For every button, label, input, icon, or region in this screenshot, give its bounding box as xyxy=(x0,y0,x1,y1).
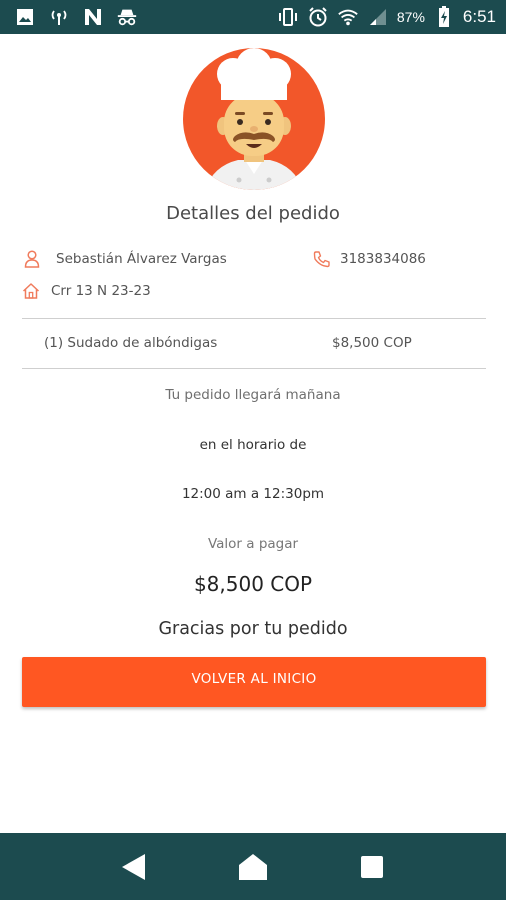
customer-name-row: Sebastián Álvarez Vargas xyxy=(23,250,227,268)
status-left-icons xyxy=(14,6,138,28)
customer-address: Crr 13 N 23-23 xyxy=(51,283,151,299)
customer-phone-row: 3183834086 xyxy=(313,250,426,268)
divider-bottom xyxy=(22,368,486,369)
user-icon xyxy=(23,250,41,268)
cell-signal-icon xyxy=(367,6,389,28)
page-title: Detalles del pedido xyxy=(166,203,340,224)
schedule-label: en el horario de xyxy=(199,437,307,453)
vibrate-icon xyxy=(277,6,299,28)
image-icon xyxy=(14,6,36,28)
n-icon xyxy=(82,6,104,28)
thanks-message: Gracias por tu pedido xyxy=(158,619,348,639)
navigation-bar xyxy=(0,833,506,900)
battery-charging-icon xyxy=(433,6,455,28)
alarm-icon xyxy=(307,6,329,28)
chef-icon xyxy=(205,48,303,190)
status-right-icons: 87% 6:51 xyxy=(277,6,496,28)
payment-amount: $8,500 COP xyxy=(193,572,313,596)
wifi-icon xyxy=(337,6,359,28)
delivery-note: Tu pedido llegará mañana xyxy=(165,387,341,403)
status-time: 6:51 xyxy=(462,7,496,26)
recents-icon[interactable] xyxy=(352,847,392,887)
order-item-price: $8,500 COP xyxy=(332,335,412,351)
customer-address-row: Crr 13 N 23-23 xyxy=(22,282,151,300)
chef-avatar xyxy=(183,48,325,190)
house-icon xyxy=(22,282,40,300)
order-item-name: (1) Sudado de albóndigas xyxy=(44,335,218,351)
status-bar: 87% 6:51 xyxy=(0,0,506,34)
battery-percent: 87% xyxy=(396,9,425,25)
customer-phone: 3183834086 xyxy=(340,251,426,267)
signal-antenna-icon xyxy=(48,6,70,28)
back-to-home-button[interactable]: VOLVER AL INICIO xyxy=(22,657,486,707)
customer-name: Sebastián Álvarez Vargas xyxy=(56,251,227,267)
schedule-time: 12:00 am a 12:30pm xyxy=(181,486,325,502)
back-icon[interactable] xyxy=(114,847,154,887)
home-icon[interactable] xyxy=(233,847,273,887)
phone-icon xyxy=(313,250,331,268)
incognito-icon xyxy=(116,6,138,28)
divider-top xyxy=(22,318,486,319)
payment-label: Valor a pagar xyxy=(207,536,299,552)
